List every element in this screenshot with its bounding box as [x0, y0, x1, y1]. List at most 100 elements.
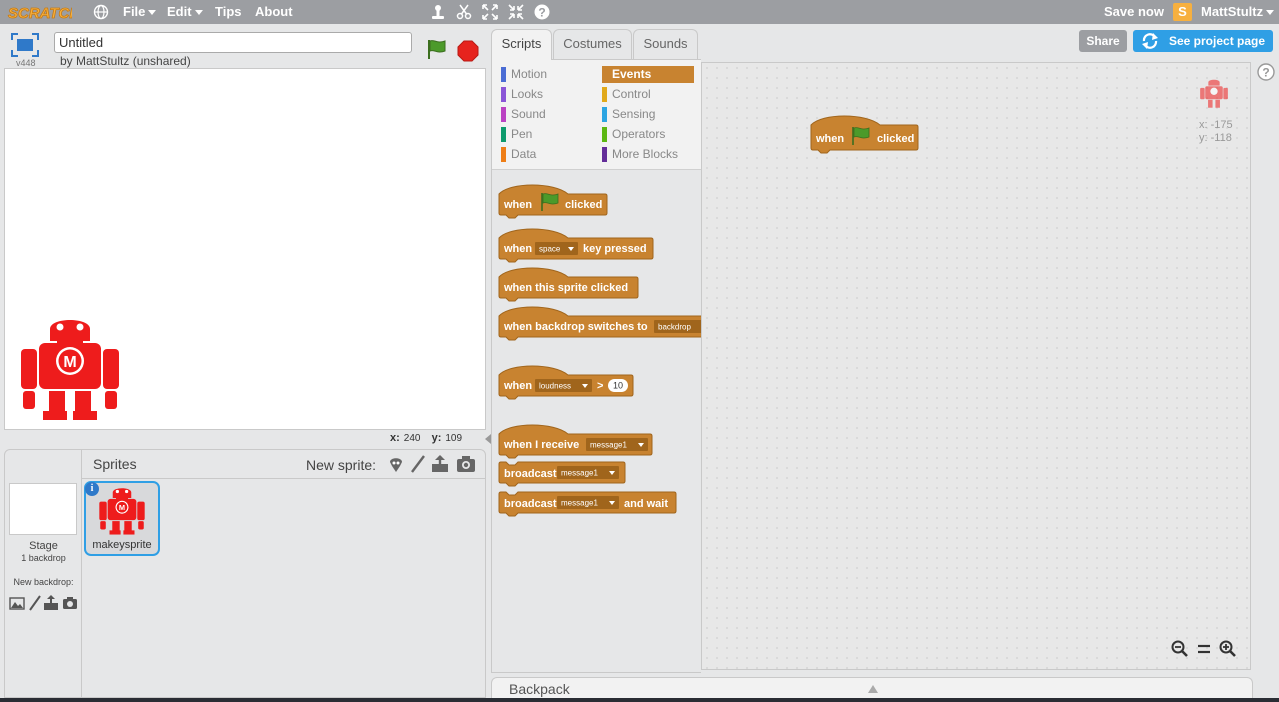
current-sprite-thumbnail [1200, 79, 1228, 108]
svg-text:when: when [815, 133, 844, 145]
svg-text:clicked: clicked [877, 133, 914, 145]
tips-link[interactable]: Tips [215, 4, 242, 20]
help-icon[interactable]: ? [533, 3, 551, 21]
category-control[interactable]: Control [602, 86, 694, 103]
svg-text:SCRATCH: SCRATCH [8, 5, 72, 22]
mouse-y-label: y: [431, 432, 442, 444]
project-byline: by MattStultz (unshared) [60, 54, 191, 68]
svg-text:loudness: loudness [539, 382, 571, 391]
backdrop-count: 1 backdrop [21, 553, 66, 563]
duplicate-icon[interactable] [429, 3, 447, 21]
zoom-reset-icon[interactable] [1194, 639, 1214, 659]
category-sound[interactable]: Sound [501, 106, 593, 123]
see-project-page-label: See project page [1169, 34, 1266, 48]
stage-label: Stage [29, 540, 58, 552]
save-now-link[interactable]: Save now [1104, 4, 1164, 20]
mouse-x-value: 240 [403, 433, 421, 444]
version-label: v448 [16, 58, 36, 68]
svg-text:>: > [597, 380, 603, 392]
paint-sprite-icon[interactable] [408, 454, 428, 474]
tab-scripts[interactable]: Scripts [491, 29, 552, 60]
stop-icon[interactable] [457, 40, 479, 62]
svg-text:?: ? [538, 6, 545, 20]
camera-backdrop-icon[interactable] [62, 595, 78, 611]
svg-text:when this sprite clicked: when this sprite clicked [503, 282, 628, 294]
svg-text:message1: message1 [561, 499, 598, 508]
category-pen[interactable]: Pen [501, 126, 593, 143]
see-project-page-button[interactable]: See project page [1133, 30, 1273, 52]
svg-text:when: when [503, 199, 532, 211]
backdrop-library-icon[interactable] [9, 595, 25, 611]
green-flag-icon[interactable] [426, 38, 448, 60]
sprite-name-label: makeysprite [92, 539, 152, 551]
block-when-sprite-clicked[interactable]: when this sprite clicked [498, 263, 640, 302]
svg-text:M: M [119, 503, 125, 512]
block-broadcast[interactable]: broadcast message1 [498, 461, 628, 489]
category-looks[interactable]: Looks [501, 86, 593, 103]
block-when-i-receive[interactable]: when I receive message1 [498, 420, 658, 459]
makey-robot-sprite[interactable]: M [17, 313, 123, 421]
chevron-up-icon[interactable] [868, 685, 878, 693]
sprite-library-icon[interactable] [386, 454, 406, 474]
svg-text:space: space [539, 245, 561, 254]
help-tips-icon[interactable]: ? [1256, 62, 1276, 82]
svg-text:10: 10 [613, 381, 623, 391]
fullscreen-icon[interactable] [10, 32, 40, 58]
camera-sprite-icon[interactable] [456, 454, 476, 474]
user-avatar[interactable]: S [1173, 3, 1192, 21]
tab-sounds[interactable]: Sounds [633, 29, 698, 59]
stage-column: Stage 1 backdrop New backdrop: [5, 450, 82, 697]
category-more-blocks[interactable]: More Blocks [602, 146, 694, 163]
menubar: SCRATCH File Edit Tips About ? Save now … [0, 0, 1279, 24]
cut-icon[interactable] [455, 3, 473, 21]
svg-text:when I receive: when I receive [503, 439, 579, 451]
stage-header: v448 by MattStultz (unshared) [4, 30, 486, 68]
zoom-in-icon[interactable] [1218, 639, 1238, 659]
svg-text:message1: message1 [561, 469, 598, 478]
share-button[interactable]: Share [1079, 30, 1127, 52]
category-data[interactable]: Data [501, 146, 593, 163]
category-motion[interactable]: Motion [501, 66, 593, 83]
script-when-flag-clicked[interactable]: when clicked [810, 111, 922, 154]
upload-sprite-icon[interactable] [430, 454, 450, 474]
upload-backdrop-icon[interactable] [43, 595, 59, 611]
block-palette: Motion Looks Sound Pen Data Events Contr… [491, 59, 701, 673]
zoom-out-icon[interactable] [1170, 639, 1190, 659]
sprite-pane: Stage 1 backdrop New backdrop: Sprites N… [4, 449, 486, 698]
svg-text:clicked: clicked [565, 199, 602, 211]
paint-backdrop-icon[interactable] [27, 595, 43, 611]
block-when-backdrop-switches[interactable]: when backdrop switches to backdrop [498, 302, 701, 341]
sprite-tile-makeysprite[interactable]: i M makeysprite [84, 481, 160, 556]
category-events[interactable]: Events [602, 66, 694, 83]
events-block-list: when clicked when space key pressed when… [492, 172, 701, 672]
block-when-key-pressed[interactable]: when space key pressed [498, 224, 654, 263]
svg-text:key pressed: key pressed [583, 243, 647, 255]
tab-costumes[interactable]: Costumes [553, 29, 632, 59]
remix-arrows-icon [1142, 33, 1158, 49]
svg-text:?: ? [1262, 66, 1269, 80]
about-link[interactable]: About [255, 4, 293, 20]
sprites-header: Sprites New sprite: [82, 450, 485, 479]
scratch-logo[interactable]: SCRATCH [6, 2, 72, 22]
user-menu[interactable]: MattStultz [1201, 4, 1274, 20]
scripts-area[interactable]: when clicked x: -175 y: -118 [701, 62, 1251, 670]
sprite-thumbnail: M [99, 488, 145, 535]
stage-thumbnail[interactable] [9, 483, 77, 535]
block-when-loudness[interactable]: when loudness > 10 [498, 361, 638, 400]
edit-menu[interactable]: Edit [167, 4, 203, 20]
category-operators[interactable]: Operators [602, 126, 694, 143]
new-sprite-label: New sprite: [306, 457, 377, 473]
grow-icon[interactable] [481, 3, 499, 21]
desktop-strip [0, 698, 1279, 702]
stage-canvas[interactable]: M [4, 68, 486, 430]
category-sensing[interactable]: Sensing [602, 106, 694, 123]
file-menu[interactable]: File [123, 4, 156, 20]
shrink-icon[interactable] [507, 3, 525, 21]
svg-text:M: M [63, 354, 76, 371]
block-broadcast-and-wait[interactable]: broadcast message1 and wait [498, 491, 680, 519]
block-when-flag-clicked[interactable]: when clicked [498, 180, 608, 219]
svg-text:broadcast: broadcast [504, 468, 557, 480]
globe-icon[interactable] [92, 3, 110, 21]
svg-text:when: when [503, 243, 532, 255]
project-title-input[interactable] [54, 32, 412, 53]
